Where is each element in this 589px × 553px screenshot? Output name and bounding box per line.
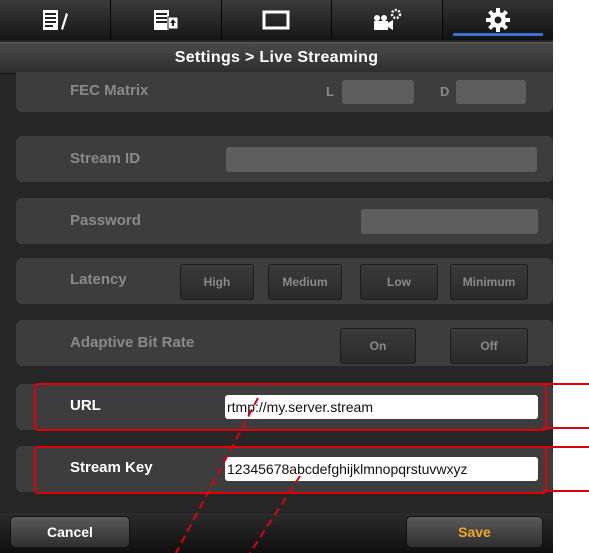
tab-settings[interactable] (443, 0, 553, 40)
tab-document-edit[interactable] (0, 0, 111, 40)
tab-camera-settings[interactable] (332, 0, 444, 40)
password-label: Password (70, 212, 141, 229)
title-bar: Settings > Live Streaming (0, 42, 553, 74)
screen-icon (262, 10, 290, 30)
page-title: Settings > Live Streaming (174, 49, 379, 66)
stream-id-row: Stream ID (16, 136, 553, 182)
stream-id-field[interactable] (226, 147, 537, 172)
adaptive-off-button[interactable]: Off (450, 328, 528, 364)
adaptive-on-button[interactable]: On (340, 328, 416, 364)
bottom-bar: Cancel Save (0, 513, 553, 553)
camera-settings-icon (374, 8, 402, 30)
latency-minimum-button[interactable]: Minimum (450, 264, 528, 300)
latency-label: Latency (70, 271, 127, 288)
document-edit-icon (42, 10, 68, 30)
stream-id-label: Stream ID (70, 150, 141, 167)
adaptive-bit-rate-label: Adaptive Bit Rate (70, 334, 195, 351)
save-button[interactable]: Save (406, 516, 543, 548)
adaptive-bit-rate-row: Adaptive Bit Rate On Off (16, 320, 553, 366)
document-export-icon (153, 10, 179, 30)
fec-l-field[interactable] (342, 80, 414, 104)
fec-matrix-label: FEC Matrix (70, 82, 149, 99)
stream-key-callout-line-bottom (543, 490, 589, 492)
url-callout-line (543, 383, 589, 385)
stream-key-highlight-box (34, 446, 547, 494)
url-callout-line-bottom (543, 427, 589, 429)
password-row: Password (16, 198, 553, 244)
tab-document-export[interactable] (111, 0, 222, 40)
tab-bar (0, 0, 553, 40)
fec-matrix-row: FEC Matrix L D (16, 72, 553, 112)
stream-key-callout-line (543, 446, 589, 448)
fec-d-field[interactable] (456, 80, 526, 104)
latency-medium-button[interactable]: Medium (268, 264, 342, 300)
fec-d-label: D (440, 84, 450, 99)
cancel-button[interactable]: Cancel (10, 516, 130, 548)
gear-icon (486, 8, 511, 32)
password-field[interactable] (361, 209, 538, 234)
tab-screen[interactable] (222, 0, 333, 40)
latency-low-button[interactable]: Low (360, 264, 438, 300)
latency-high-button[interactable]: High (180, 264, 254, 300)
url-highlight-box (34, 383, 547, 431)
latency-row: Latency High Medium Low Minimum (16, 258, 553, 304)
fec-l-label: L (326, 84, 334, 99)
